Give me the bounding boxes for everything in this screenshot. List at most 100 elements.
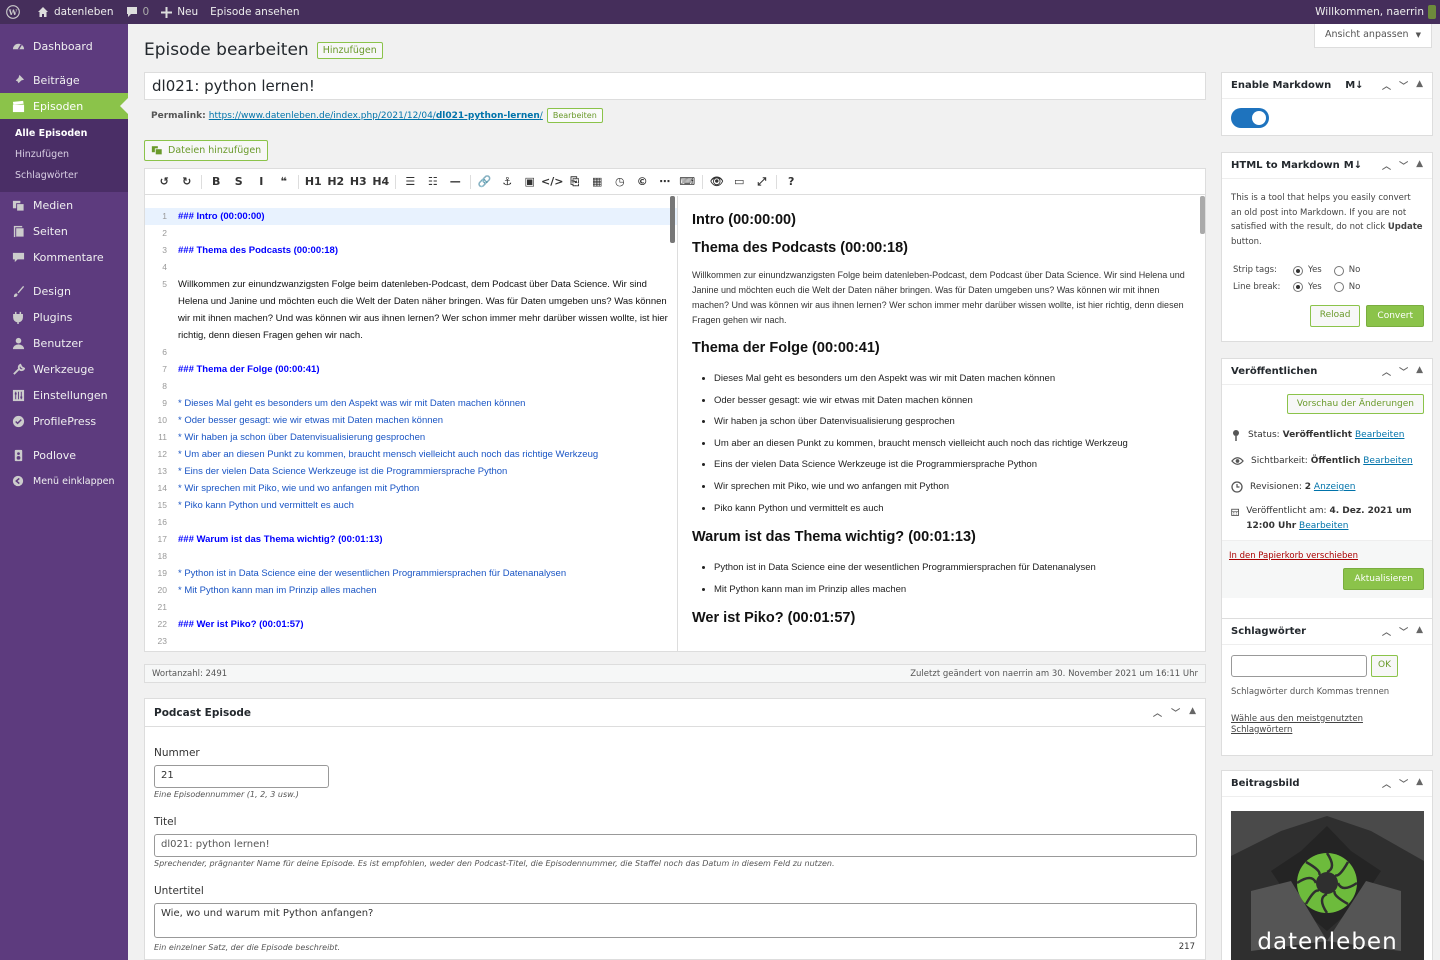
chevron-up-icon[interactable]: ︿	[1153, 706, 1162, 719]
trash-link[interactable]: In den Papierkorb verschieben	[1229, 551, 1358, 561]
menu-episodes[interactable]: Episoden	[0, 93, 128, 119]
toolbar-button[interactable]: 👁	[706, 175, 729, 188]
permalink-edit-button[interactable]: Bearbeiten	[546, 108, 603, 123]
toolbar-button[interactable]: H1	[302, 175, 325, 188]
menu-pages[interactable]: Seiten	[0, 218, 128, 244]
triangle-up-icon[interactable]: ▲	[1416, 79, 1423, 92]
chevron-down-icon[interactable]: ﹀	[1171, 706, 1180, 719]
featured-image[interactable]: datenleben	[1231, 811, 1424, 960]
title-input[interactable]: dl021: python lernen!	[154, 834, 1197, 857]
toolbar-button[interactable]: B	[205, 175, 228, 188]
wordpress-logo[interactable]: W	[0, 0, 31, 24]
toolbar-button[interactable]: 🔗	[474, 175, 497, 188]
strip-no-radio[interactable]	[1333, 265, 1344, 276]
preview-changes-button[interactable]: Vorschau der Änderungen	[1286, 394, 1424, 414]
chevron-up-icon[interactable]: ︿	[1382, 625, 1391, 638]
toolbar-button[interactable]: </>	[541, 175, 564, 188]
toolbar-button[interactable]: S	[228, 175, 251, 188]
update-button[interactable]: Aktualisieren	[1343, 568, 1424, 590]
menu-comments[interactable]: Kommentare	[0, 244, 128, 270]
permalink-link[interactable]: https://www.datenleben.de/index.php/2021…	[209, 111, 543, 121]
reload-button[interactable]: Reload	[1309, 305, 1361, 327]
toolbar-button[interactable]: H4	[370, 175, 393, 188]
menu-dashboard[interactable]: Dashboard	[0, 33, 128, 59]
chevron-up-icon[interactable]: ︿	[1382, 777, 1391, 790]
add-new-button[interactable]: Hinzufügen	[316, 41, 383, 59]
menu-posts[interactable]: Beiträge	[0, 67, 128, 93]
toolbar-button[interactable]: ⌨	[676, 175, 699, 188]
toolbar-button[interactable]: ☰	[399, 175, 422, 188]
chevron-up-icon[interactable]: ︿	[1382, 79, 1391, 92]
toolbar-button[interactable]: ↺	[153, 175, 176, 188]
menu-plugins[interactable]: Plugins	[0, 304, 128, 330]
strip-yes-radio[interactable]	[1293, 265, 1303, 276]
convert-button[interactable]: Convert	[1366, 305, 1424, 327]
code-pane[interactable]: 1 ### Intro (00:00:00) 2 3 ### Thema des Pod…	[145, 196, 677, 652]
revisions-link[interactable]: Anzeigen	[1314, 482, 1356, 492]
toolbar-button[interactable]: ◷	[609, 175, 632, 188]
toolbar-button[interactable]: —	[444, 175, 467, 188]
toolbar-button[interactable]: ?	[780, 175, 803, 188]
markdown-toggle[interactable]	[1231, 108, 1269, 128]
toolbar-button[interactable]: I	[250, 175, 273, 188]
chevron-down-icon[interactable]: ﹀	[1399, 159, 1408, 172]
line-number: 17	[157, 534, 167, 544]
triangle-up-icon[interactable]: ▲	[1416, 777, 1423, 790]
chevron-down-icon[interactable]: ﹀	[1399, 79, 1408, 92]
submenu-add[interactable]: Hinzufügen	[0, 144, 128, 165]
tag-input[interactable]	[1231, 655, 1367, 677]
menu-collapse[interactable]: Menü einklappen	[0, 468, 128, 494]
menu-settings[interactable]: Einstellungen	[0, 382, 128, 408]
code-scrollbar[interactable]	[670, 196, 675, 243]
chevron-down-icon[interactable]: ﹀	[1399, 777, 1408, 790]
tag-ok-button[interactable]: OK	[1371, 655, 1398, 677]
preview-scrollbar[interactable]	[1200, 196, 1205, 234]
chevron-down-icon[interactable]: ﹀	[1399, 365, 1408, 378]
chevron-down-icon[interactable]: ﹀	[1399, 625, 1408, 638]
toolbar-button[interactable]: ▦	[586, 175, 609, 188]
submenu-all-episodes[interactable]: Alle Episoden	[0, 123, 128, 144]
account-menu[interactable]: Willkommen, naerrin	[1309, 0, 1440, 24]
chevron-up-icon[interactable]: ︿	[1382, 365, 1391, 378]
new-link[interactable]: Neu	[155, 0, 204, 24]
linebreak-yes-radio[interactable]	[1293, 282, 1303, 293]
toolbar-button[interactable]: ⋯	[654, 175, 677, 188]
triangle-up-icon[interactable]: ▲	[1416, 625, 1423, 638]
comments-link[interactable]: 0	[120, 0, 156, 24]
screen-options-button[interactable]: Ansicht anpassen ▼	[1314, 24, 1432, 48]
post-title-input[interactable]: dl021: python lernen!	[144, 72, 1206, 100]
site-name-link[interactable]: datenleben	[31, 0, 120, 24]
permalink-base: https://www.datenleben.de/index.php/2021…	[208, 110, 436, 121]
visibility-edit-link[interactable]: Bearbeiten	[1363, 456, 1412, 466]
toolbar-button[interactable]: ▣	[519, 175, 542, 188]
triangle-up-icon[interactable]: ▲	[1416, 365, 1423, 378]
published-edit-link[interactable]: Bearbeiten	[1299, 521, 1348, 531]
menu-podlove[interactable]: Podlove	[0, 442, 128, 468]
status-edit-link[interactable]: Bearbeiten	[1355, 430, 1404, 440]
menu-profilepress[interactable]: ProfilePress	[0, 408, 128, 434]
linebreak-no-radio[interactable]	[1333, 282, 1344, 293]
toolbar-button[interactable]: ⎘	[564, 175, 587, 189]
toolbar-button[interactable]: ⤢	[751, 175, 774, 189]
number-input[interactable]: 21	[154, 765, 329, 788]
menu-design[interactable]: Design	[0, 278, 128, 304]
toolbar-button[interactable]: ©	[631, 175, 654, 188]
toolbar-button[interactable]: ▭	[728, 175, 751, 188]
toolbar-button[interactable]: ⚓	[496, 175, 519, 188]
add-files-button[interactable]: Dateien hinzufügen	[144, 140, 269, 161]
triangle-up-icon[interactable]: ▲	[1416, 159, 1423, 172]
menu-users[interactable]: Benutzer	[0, 330, 128, 356]
menu-tools[interactable]: Werkzeuge	[0, 356, 128, 382]
menu-media[interactable]: Medien	[0, 192, 128, 218]
toolbar-button[interactable]: ☷	[422, 175, 445, 188]
toolbar-button[interactable]: H2	[325, 175, 348, 188]
toolbar-button[interactable]: ❝	[273, 175, 296, 188]
most-used-tags-link[interactable]: Wähle aus den meistgenutzten Schlagwörte…	[1222, 700, 1382, 736]
submenu-tags[interactable]: Schlagwörter	[0, 165, 128, 186]
chevron-up-icon[interactable]: ︿	[1382, 159, 1391, 172]
toolbar-button[interactable]: ↻	[176, 175, 199, 188]
view-episode-link[interactable]: Episode ansehen	[204, 0, 305, 24]
subtitle-textarea[interactable]: Wie, wo und warum mit Python anfangen?	[154, 903, 1197, 938]
toolbar-button[interactable]: H3	[347, 175, 370, 188]
triangle-up-icon[interactable]: ▲	[1189, 706, 1196, 719]
